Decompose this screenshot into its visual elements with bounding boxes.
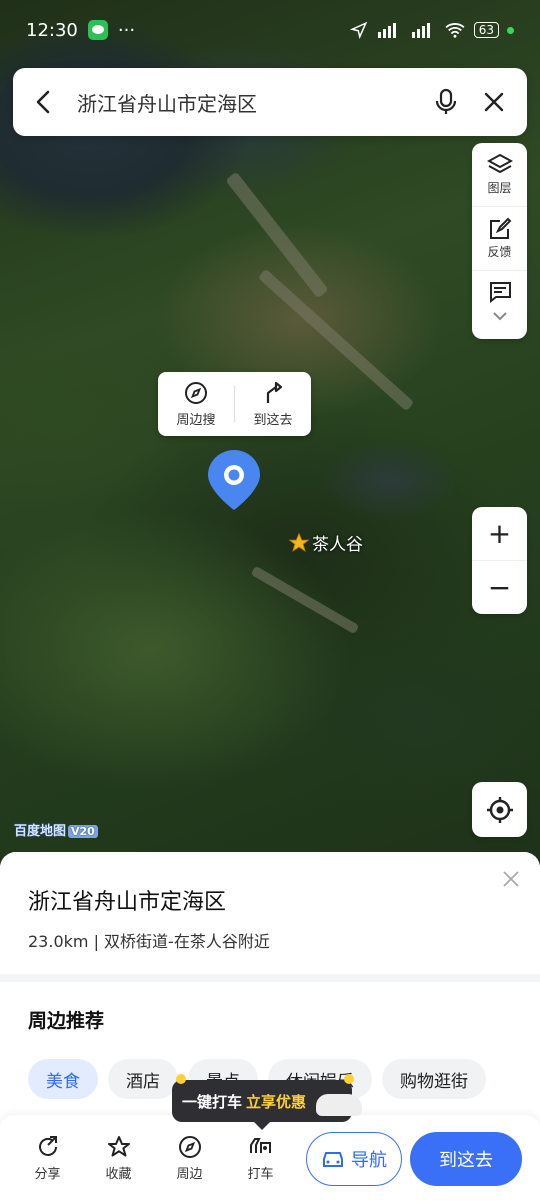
poi-marker[interactable]: 茶人谷: [288, 530, 363, 555]
status-bar: 12:30 ··· 63: [0, 0, 540, 60]
chip-food[interactable]: 美食: [28, 1059, 98, 1099]
wechat-icon: [87, 20, 108, 40]
taxi-label: 打车: [247, 1167, 274, 1182]
nearby-label: 周边: [176, 1167, 203, 1182]
location-pin-icon[interactable]: [206, 448, 262, 512]
promo-highlight: 立享优惠: [246, 1092, 307, 1111]
back-arrow-icon: [36, 90, 50, 114]
bottom-action-bar: 分享 收藏 周边 打车 导航 到这去: [0, 1115, 540, 1202]
layers-button[interactable]: 图层: [472, 143, 527, 207]
go-here-popup-label: 到这去: [253, 412, 293, 428]
wifi-icon: [445, 23, 465, 38]
navigate-button[interactable]: 导航: [306, 1131, 402, 1186]
navigate-label: 导航: [351, 1149, 387, 1171]
close-icon: [484, 92, 504, 112]
go-here-button[interactable]: 到这去: [410, 1131, 522, 1186]
favorite-label: 收藏: [105, 1167, 132, 1182]
search-query[interactable]: 浙江省舟山市定海区: [77, 88, 413, 117]
place-title: 浙江省舟山市定海区: [28, 890, 227, 915]
taxi-promo-bubble[interactable]: 一键打车 立享优惠: [172, 1074, 362, 1130]
privacy-dot: [507, 26, 514, 34]
clear-search-button[interactable]: [479, 87, 509, 117]
zoom-control: + −: [472, 507, 527, 614]
status-time: 12:30: [26, 19, 78, 41]
nearby-search-button[interactable]: 周边搜: [158, 381, 234, 428]
crosshair-icon: [486, 796, 513, 823]
car-icon: [316, 1094, 362, 1116]
layers-icon: [486, 153, 513, 174]
feedback-button[interactable]: 反馈: [472, 207, 527, 271]
promo-dot-right: [344, 1074, 354, 1084]
close-sheet-icon[interactable]: [500, 868, 522, 890]
go-here-popup-button[interactable]: 到这去: [235, 381, 311, 428]
zoom-out-button[interactable]: −: [472, 560, 527, 614]
pin-popup: 周边搜 到这去: [158, 372, 311, 436]
message-icon: [489, 282, 511, 303]
share-label: 分享: [34, 1167, 61, 1182]
search-bar[interactable]: 浙江省舟山市定海区: [13, 68, 527, 136]
compass-icon: [178, 1136, 201, 1158]
taxi-button[interactable]: 打车: [225, 1135, 296, 1182]
back-button[interactable]: [31, 90, 55, 114]
turn-arrow-icon: [266, 381, 283, 403]
feedback-icon: [489, 217, 511, 239]
nearby-search-label: 周边搜: [176, 412, 216, 428]
zoom-in-button[interactable]: +: [472, 507, 527, 560]
status-more: ···: [117, 19, 136, 41]
chip-shopping[interactable]: 购物逛街: [382, 1059, 486, 1099]
nearby-button[interactable]: 周边: [154, 1135, 225, 1182]
feedback-label: 反馈: [487, 245, 512, 259]
star-icon: [288, 532, 310, 552]
location-arrow-icon: [349, 21, 367, 39]
battery-indicator: 63: [473, 22, 499, 38]
chevron-down-icon[interactable]: [492, 311, 508, 321]
chip-hotel[interactable]: 酒店: [108, 1059, 178, 1099]
taxi-icon: [249, 1138, 271, 1153]
signal-icon: [377, 23, 396, 38]
my-location-button[interactable]: [472, 782, 527, 837]
car-icon: [323, 1151, 343, 1167]
map-tool-panel: 图层 反馈: [472, 143, 527, 339]
layers-label: 图层: [487, 181, 512, 195]
place-subtitle: 23.0km | 双桥街道-在茶人谷附近: [28, 932, 270, 951]
voice-search-button[interactable]: [431, 87, 461, 117]
share-icon: [38, 1136, 57, 1156]
promo-text: 一键打车: [182, 1092, 243, 1111]
share-button[interactable]: 分享: [12, 1135, 83, 1182]
star-outline-icon: [107, 1136, 130, 1157]
microphone-icon: [435, 88, 457, 114]
map-logo: 百度地图 V20: [14, 820, 98, 839]
place-card: 浙江省舟山市定海区 23.0km | 双桥街道-在茶人谷附近: [0, 852, 540, 974]
nearby-title: 周边推荐: [28, 1010, 105, 1032]
promo-dot-left: [176, 1074, 186, 1084]
poi-name: 茶人谷: [312, 535, 363, 555]
signal-icon-2: [411, 23, 430, 38]
message-button[interactable]: [472, 271, 527, 337]
favorite-button[interactable]: 收藏: [83, 1135, 154, 1182]
compass-icon: [185, 381, 207, 404]
